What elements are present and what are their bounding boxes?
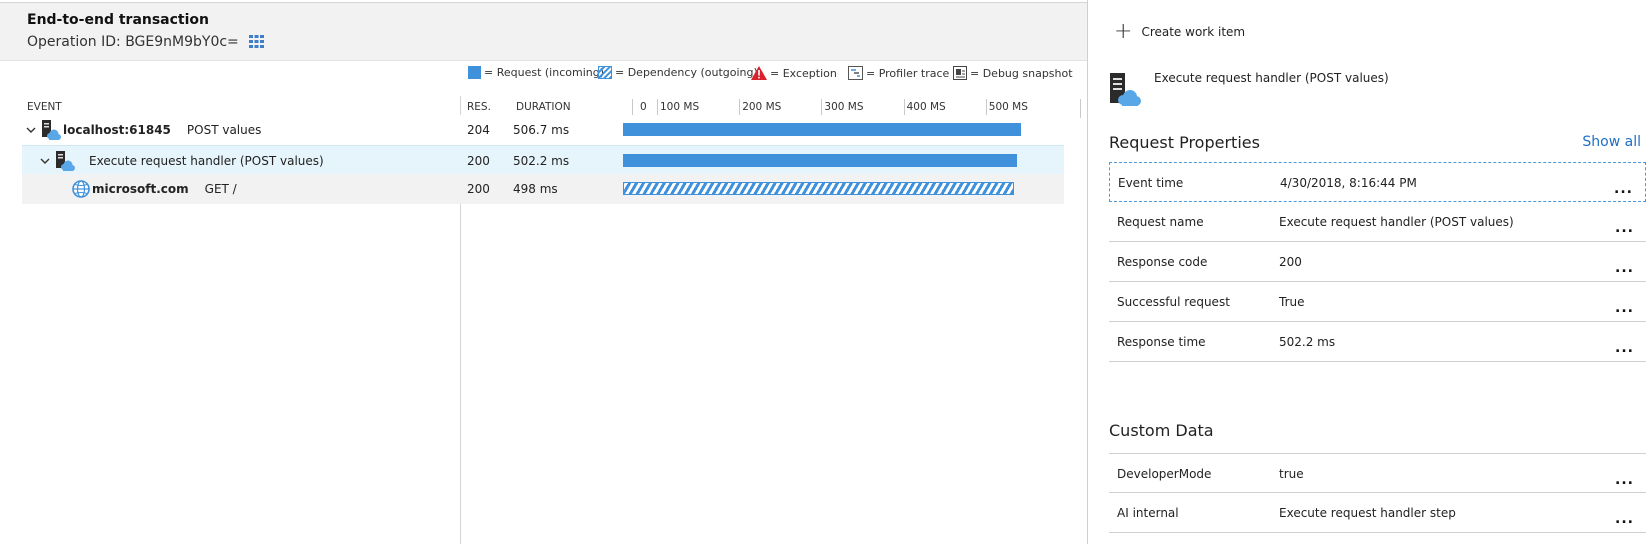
property-value: 4/30/2018, 8:16:44 PM [1280,176,1417,190]
property-row[interactable]: DeveloperMode true... [1109,453,1646,493]
property-row[interactable]: AI internal Execute request handler step.… [1109,493,1646,533]
property-value: true [1279,467,1304,481]
timeline-tick-label: 200 MS [742,101,782,113]
duration-value: 498 ms [513,182,558,196]
details-panel: + Create work item Execute request handl… [1088,0,1651,544]
timeline-tick-label: 0 [640,101,647,113]
result-code: 204 [467,123,490,137]
server-cloud-icon [42,119,61,140]
globe-icon [72,180,90,198]
profiler-trace-icon [848,66,863,80]
create-work-item-button[interactable]: + Create work item [1114,19,1246,44]
more-options-icon[interactable]: ... [1615,511,1634,527]
request-duration-bar[interactable] [623,123,1021,136]
property-key: AI internal [1117,506,1179,520]
server-cloud-icon [1110,73,1141,106]
legend-exception: = Exception [751,66,837,80]
legend-debug: = Debug snapshot [953,66,1073,80]
event-cell: Execute request handler (POST values) [40,150,324,172]
property-key: Response code [1117,255,1208,269]
timeline-tick-line [1080,99,1081,118]
timeline-tick-label: 400 MS [906,101,946,113]
column-event[interactable]: EVENT [27,101,62,113]
column-duration[interactable]: DURATION [516,101,571,113]
property-row[interactable]: Response time 502.2 ms... [1109,322,1646,362]
property-key: DeveloperMode [1117,467,1212,481]
chevron-down-icon[interactable] [40,158,50,165]
legend-exception-label: = Exception [770,66,837,80]
property-value: Execute request handler (POST values) [1279,215,1514,229]
property-key: Event time [1118,176,1184,190]
page-title: End-to-end transaction [27,12,210,28]
column-res[interactable]: RES. [467,101,491,113]
plus-icon: + [1114,19,1133,44]
event-cell: localhost:61845 POST values [26,119,261,141]
property-row[interactable]: Request name Execute request handler (POS… [1109,202,1646,242]
event-name: microsoft.com [92,182,189,196]
request-properties-title: Request Properties [1109,133,1260,152]
debug-snapshot-icon [953,66,967,80]
custom-data-title: Custom Data [1109,421,1214,440]
create-work-item-label: Create work item [1141,25,1246,39]
event-cell: microsoft.com GET / [72,178,237,200]
dependency-swatch-icon [598,66,612,79]
server-cloud-icon [56,150,75,171]
duration-value: 506.7 ms [513,123,570,137]
chevron-down-icon[interactable] [26,127,36,134]
more-options-icon[interactable]: ... [1615,340,1634,356]
result-code: 200 [467,182,490,196]
operation-id: Operation ID: BGE9nM9bY0c= [27,34,264,50]
timeline-tick-label: 100 MS [660,101,700,113]
show-all-link[interactable]: Show all [1582,134,1641,150]
property-row[interactable]: Event time 4/30/2018, 8:16:44 PM... [1109,162,1646,202]
operation-id-text: Operation ID: BGE9nM9bY0c= [27,34,239,50]
transaction-panel: End-to-end transaction Operation ID: BGE… [0,2,1087,544]
legend-profiler: = Profiler trace [848,66,949,80]
legend-dependency-label: = Dependency (outgoing) [615,66,758,79]
property-value: 200 [1279,255,1302,269]
property-key: Request name [1117,215,1204,229]
more-options-icon[interactable]: ... [1615,260,1634,276]
timeline-tick-label: 500 MS [988,101,1028,113]
result-code: 200 [467,154,490,168]
timeline-tick-label: 300 MS [824,101,864,113]
table-row[interactable]: localhost:61845 POST values 204 506.7 ms [22,115,1064,145]
legend-profiler-label: = Profiler trace [866,66,950,80]
grid-icon[interactable] [248,35,264,48]
more-options-icon[interactable]: ... [1614,181,1633,197]
duration-value: 502.2 ms [513,154,570,168]
more-options-icon[interactable]: ... [1615,472,1634,488]
event-name: localhost:61845 [63,123,171,137]
legend-debug-label: = Debug snapshot [970,66,1073,80]
more-options-icon[interactable]: ... [1615,300,1634,316]
more-options-icon[interactable]: ... [1615,220,1634,236]
property-row[interactable]: Response code 200... [1109,242,1646,282]
request-duration-bar[interactable] [623,154,1018,167]
property-row[interactable]: Successful request True... [1109,282,1646,322]
event-name: Execute request handler (POST values) [89,154,324,168]
legend-dependency: = Dependency (outgoing) [598,66,758,79]
property-key: Successful request [1117,295,1230,309]
property-value: 502.2 ms [1279,335,1336,349]
transaction-header: End-to-end transaction Operation ID: BGE… [0,3,1087,61]
event-detail: GET / [204,182,237,196]
exception-icon [751,66,767,80]
table-row[interactable]: Execute request handler (POST values) 200… [22,145,1064,175]
table-row[interactable]: microsoft.com GET / 200 498 ms [22,174,1064,204]
dependency-duration-bar[interactable] [623,182,1015,195]
details-title: Execute request handler (POST values) [1154,71,1389,85]
request-swatch-icon [468,66,481,79]
property-value: Execute request handler step [1279,506,1456,520]
property-value: True [1279,295,1305,309]
legend-request: = Request (incoming) [468,66,604,79]
event-detail: POST values [186,123,262,137]
legend-request-label: = Request (incoming) [484,66,605,79]
property-key: Response time [1117,335,1206,349]
